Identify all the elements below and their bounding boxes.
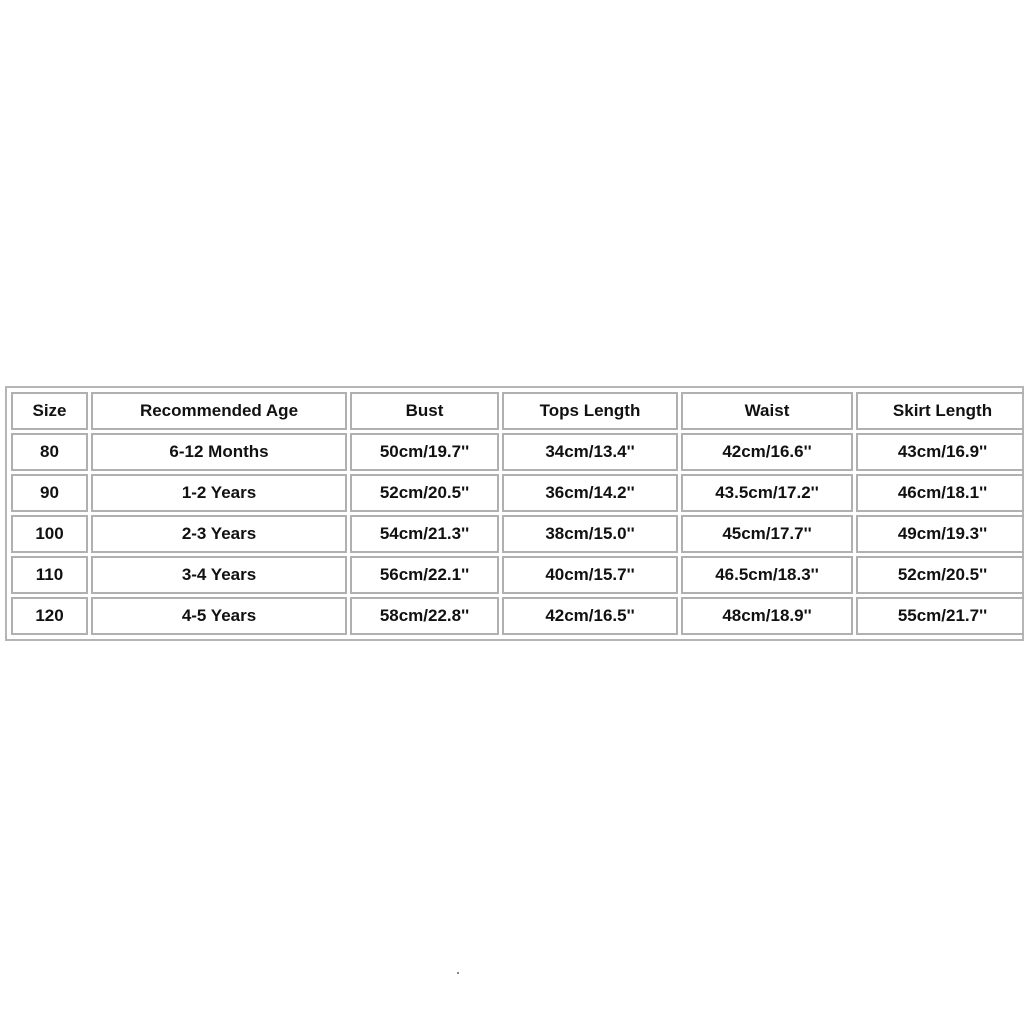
size-chart: Size Recommended Age Bust Tops Length Waist S… <box>5 386 1024 641</box>
table-cell: 50cm/19.7'' <box>350 433 499 471</box>
table-cell: 52cm/20.5'' <box>856 556 1024 594</box>
table-cell: 49cm/19.3'' <box>856 515 1024 553</box>
table-row: 100 2-3 Years 54cm/21.3'' 38cm/15.0'' 45cm/1… <box>11 515 1024 553</box>
table-row: 80 6-12 Months 50cm/19.7'' 34cm/13.4'' 42cm/… <box>11 433 1024 471</box>
table-cell: 46cm/18.1'' <box>856 474 1024 512</box>
column-header: Recommended Age <box>91 392 347 430</box>
table-cell: 6-12 Months <box>91 433 347 471</box>
table-cell: 90 <box>11 474 88 512</box>
column-header: Skirt Length <box>856 392 1024 430</box>
table-cell: 42cm/16.6'' <box>681 433 853 471</box>
table-cell: 54cm/21.3'' <box>350 515 499 553</box>
table-cell: 2-3 Years <box>91 515 347 553</box>
size-table: Size Recommended Age Bust Tops Length Waist S… <box>8 389 1024 638</box>
table-cell: 43.5cm/17.2'' <box>681 474 853 512</box>
table-cell: 40cm/15.7'' <box>502 556 678 594</box>
table-cell: 46.5cm/18.3'' <box>681 556 853 594</box>
table-cell: 52cm/20.5'' <box>350 474 499 512</box>
table-row: 90 1-2 Years 52cm/20.5'' 36cm/14.2'' 43.5cm/… <box>11 474 1024 512</box>
table-cell: 36cm/14.2'' <box>502 474 678 512</box>
table-cell: 56cm/22.1'' <box>350 556 499 594</box>
table-cell: 43cm/16.9'' <box>856 433 1024 471</box>
table-cell: 58cm/22.8'' <box>350 597 499 635</box>
table-row: 110 3-4 Years 56cm/22.1'' 40cm/15.7'' 46.5cm… <box>11 556 1024 594</box>
table-cell: 4-5 Years <box>91 597 347 635</box>
stray-dot <box>457 972 459 974</box>
table-cell: 34cm/13.4'' <box>502 433 678 471</box>
table-cell: 42cm/16.5'' <box>502 597 678 635</box>
table-cell: 38cm/15.0'' <box>502 515 678 553</box>
table-cell: 110 <box>11 556 88 594</box>
column-header: Bust <box>350 392 499 430</box>
table-cell: 100 <box>11 515 88 553</box>
table-cell: 80 <box>11 433 88 471</box>
table-cell: 45cm/17.7'' <box>681 515 853 553</box>
column-header: Size <box>11 392 88 430</box>
table-cell: 1-2 Years <box>91 474 347 512</box>
table-cell: 55cm/21.7'' <box>856 597 1024 635</box>
table-cell: 120 <box>11 597 88 635</box>
table-cell: 48cm/18.9'' <box>681 597 853 635</box>
table-row: 120 4-5 Years 58cm/22.8'' 42cm/16.5'' 48cm/1… <box>11 597 1024 635</box>
column-header: Tops Length <box>502 392 678 430</box>
table-cell: 3-4 Years <box>91 556 347 594</box>
column-header: Waist <box>681 392 853 430</box>
header-row: Size Recommended Age Bust Tops Length Waist S… <box>11 392 1024 430</box>
